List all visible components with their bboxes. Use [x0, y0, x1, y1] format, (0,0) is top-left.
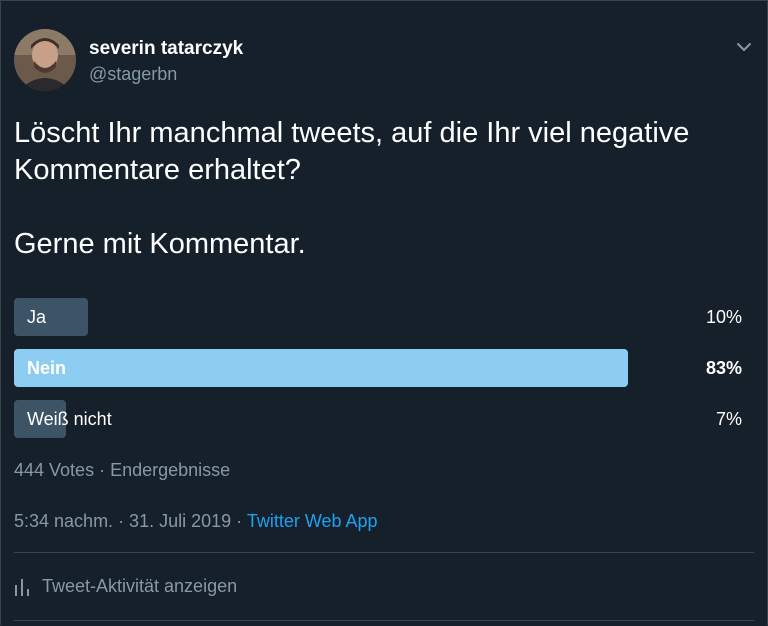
tweet-activity-label: Tweet-Aktivität anzeigen [42, 576, 238, 596]
tweet-text-line: Gerne mit Kommentar. [14, 228, 306, 260]
timestamp[interactable]: 5:34 nachm. · 31. Juli 2019 · [14, 511, 247, 531]
poll-bar [14, 298, 88, 336]
timestamp-row: 5:34 nachm. · 31. Juli 2019 · Twitter We… [14, 511, 378, 532]
poll-option-label: Nein [27, 358, 67, 378]
avatar[interactable] [14, 29, 76, 91]
poll-option-label: Weiß nicht [27, 409, 112, 429]
display-name[interactable]: severin tatarczyk [89, 38, 243, 60]
poll-meta: 444 Votes · Endergebnisse [14, 460, 231, 480]
tweet-text-line: Löscht Ihr manchmal tweets, auf die Ihr … [14, 117, 690, 149]
tweet-text-line: Kommentare erhaltet? [14, 154, 301, 186]
source-link[interactable]: Twitter Web App [247, 511, 378, 531]
bar-chart-icon [15, 578, 29, 596]
poll-option-percent: 7% [715, 409, 742, 429]
poll-option-nein: Nein 83% [14, 349, 742, 387]
chevron-down-icon[interactable] [734, 37, 754, 57]
poll-option-percent: 83% [705, 358, 742, 378]
poll-option-label: Ja [27, 307, 47, 327]
tweet-text: Löscht Ihr manchmal tweets, auf die Ihr … [14, 115, 744, 263]
divider [14, 552, 754, 553]
poll-option-percent: 10% [705, 307, 742, 327]
poll-option-ja: Ja 10% [14, 298, 742, 336]
poll-bar [14, 349, 628, 387]
poll-option-weiss-nicht: Weiß nicht 7% [14, 400, 742, 438]
divider [14, 620, 754, 621]
tweet-activity-link[interactable]: Tweet-Aktivität anzeigen [14, 576, 237, 597]
user-handle[interactable]: @stagerbn [89, 64, 177, 85]
